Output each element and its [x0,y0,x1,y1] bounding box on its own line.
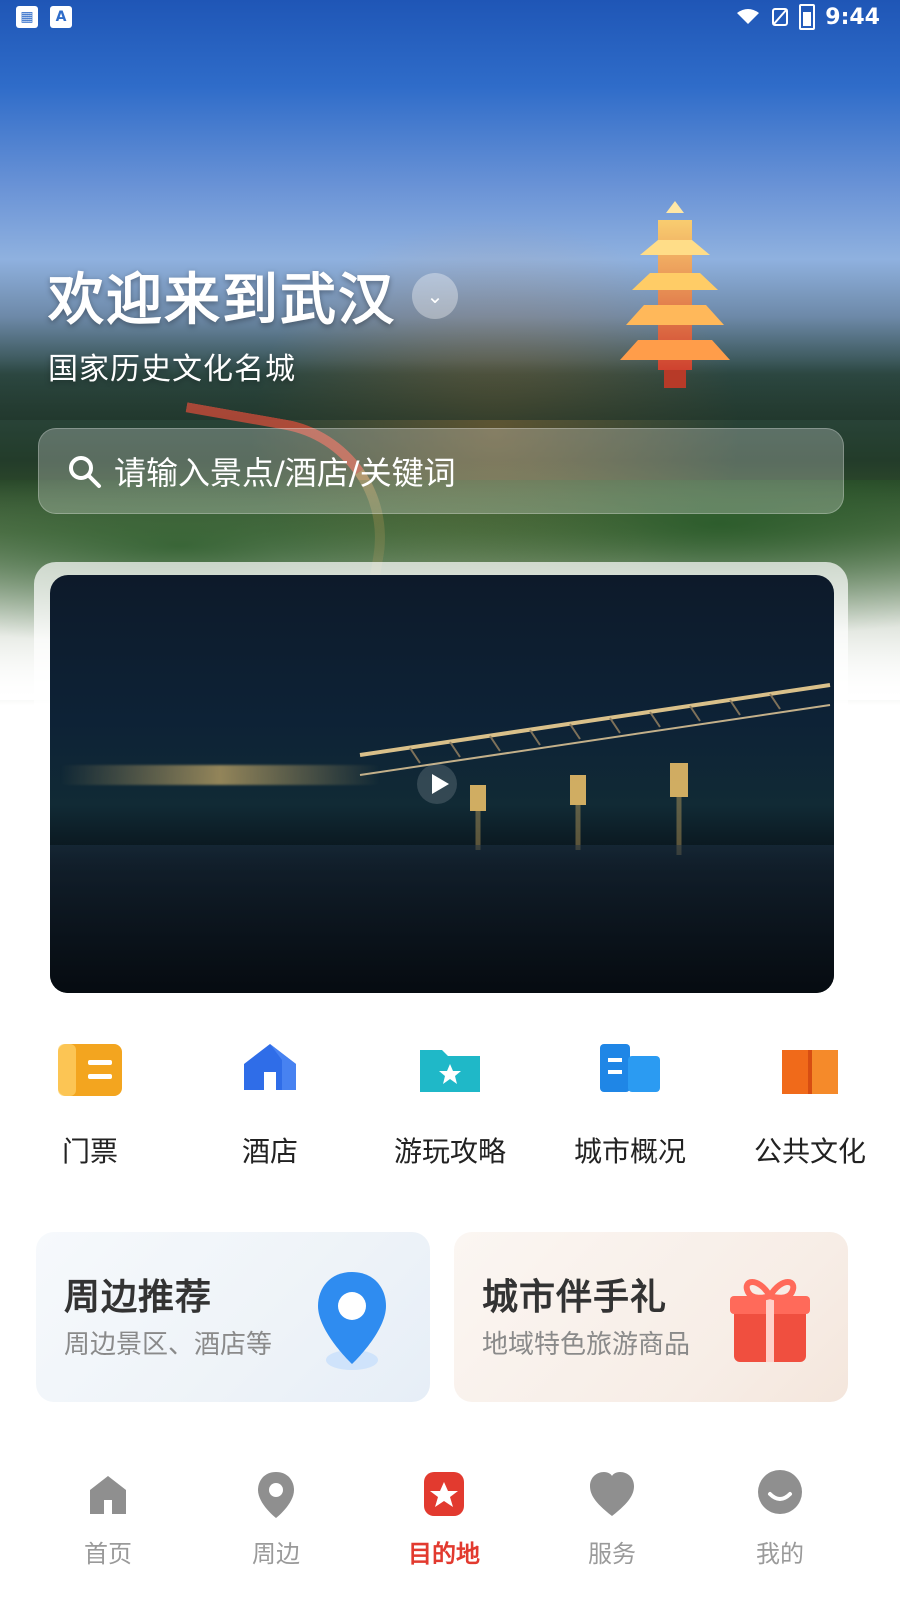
quick-entry-label: 城市概况 [573,1135,686,1168]
ticket-icon [58,1044,122,1096]
search-icon [69,456,101,488]
guide-icon [420,1050,480,1092]
gift-icon [730,1279,810,1362]
a-icon: A [50,6,72,28]
search-bar[interactable]: 请输入景点/酒店/关键词 [38,428,844,514]
location-pin-icon [318,1272,386,1370]
yellow-crane-tower-illustration [620,201,730,388]
quick-entry-city-overview[interactable]: 城市概况 [540,1030,720,1170]
bottom-tab-bar: 首页 周边 目的地 服务 我的 [0,1446,900,1600]
destination-icon [424,1472,464,1516]
nearby-recommendations-card[interactable]: 周边推荐 周边景区、酒店等 [36,1232,430,1402]
welcome-subtitle: 国家历史文化名城 [48,352,296,387]
city-lights [60,765,380,785]
welcome-row: 欢迎来到武汉 ⌄ [48,255,458,336]
battery-charging-icon [799,4,816,30]
tab-label: 目的地 [408,1540,480,1568]
no-sim-icon [772,8,789,26]
heart-icon [590,1472,634,1516]
screen: ▦ A 9:44 欢迎来到武汉 ⌄ 国家历史文化名城 请输入景点/酒店/关键词 … [0,0,900,1600]
city-dropdown-button[interactable]: ⌄ [412,272,458,319]
culture-icon [782,1050,838,1094]
tab-profile[interactable]: 我的 [690,1464,870,1569]
status-time: 9:44 [825,4,880,30]
wifi-icon [737,9,760,24]
tab-destination[interactable]: 目的地 [354,1464,534,1569]
quick-entry-tickets[interactable]: 门票 [0,1030,180,1170]
city-overview-icon [600,1044,660,1092]
quick-entry-label: 公共文化 [753,1135,866,1168]
status-left: ▦ A [16,6,72,28]
search-placeholder: 请输入景点/酒店/关键词 [114,454,456,492]
card-subtitle: 周边景区、酒店等 [64,1330,273,1360]
quick-entry-hotel[interactable]: 酒店 [180,1030,360,1170]
chevron-down-icon: ⌄ [426,283,444,308]
city-souvenirs-card[interactable]: 城市伴手礼 地域特色旅游商品 [454,1232,848,1402]
tab-label: 我的 [756,1540,804,1568]
welcome-block: 欢迎来到武汉 ⌄ 国家历史文化名城 [48,255,458,388]
card-subtitle: 地域特色旅游商品 [482,1330,691,1360]
quick-entry-label: 游玩攻略 [393,1135,506,1168]
card-title: 周边推荐 [64,1277,213,1318]
hotel-icon [244,1044,296,1090]
home-icon [90,1476,126,1514]
image-icon: ▦ [16,6,38,28]
quick-entry-label: 门票 [61,1135,118,1168]
status-bar: ▦ A 9:44 [0,0,900,36]
tab-home[interactable]: 首页 [18,1464,198,1569]
welcome-title: 欢迎来到武汉 [48,268,396,333]
tab-nearby[interactable]: 周边 [186,1464,366,1569]
profile-icon [758,1470,802,1514]
pin-icon [258,1472,294,1518]
quick-entries: 门票 酒店 游玩攻略 城市概况 公共文化 [0,1030,900,1190]
tab-label: 服务 [588,1540,636,1568]
tab-label: 首页 [84,1540,132,1568]
quick-entry-label: 酒店 [241,1135,298,1168]
tab-label: 周边 [252,1540,300,1568]
card-title: 城市伴手礼 [482,1277,668,1318]
tab-services[interactable]: 服务 [522,1464,702,1569]
quick-entry-public-culture[interactable]: 公共文化 [720,1030,900,1170]
river-water [50,845,834,993]
play-icon[interactable] [415,762,459,806]
quick-entry-guide[interactable]: 游玩攻略 [360,1030,540,1170]
status-right: 9:44 [735,4,880,30]
